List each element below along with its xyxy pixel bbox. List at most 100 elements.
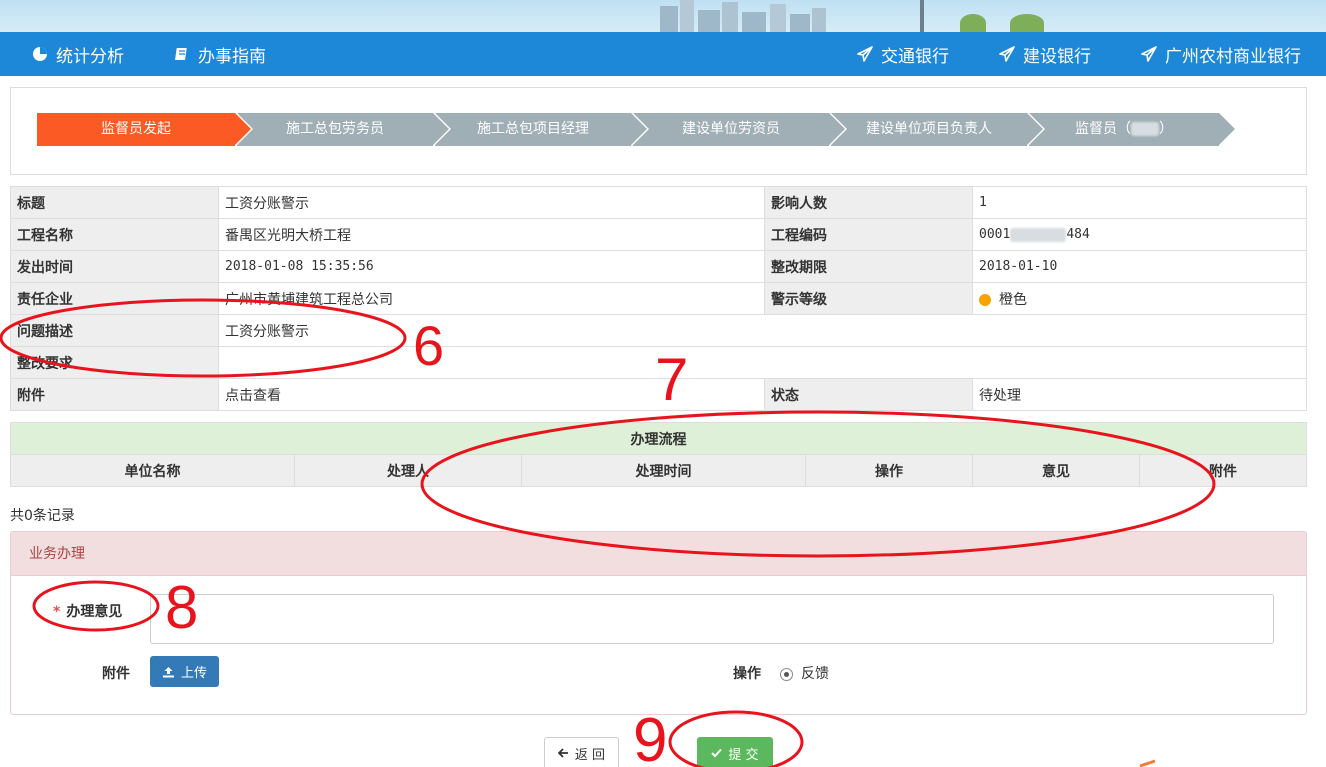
- banner-building: [790, 14, 810, 32]
- step-arrow: [829, 113, 845, 145]
- col-unit-name: 单位名称: [10, 454, 295, 487]
- annotation-number-7: 7: [655, 346, 689, 413]
- col-handler: 处理人: [294, 454, 522, 487]
- table-row: 工程名称 番禺区光明大桥工程 工程编码 0001 484: [10, 218, 1307, 251]
- banner-building: [722, 2, 738, 32]
- submit-button[interactable]: 提 交: [697, 737, 773, 767]
- nav-bank-comm-label: 交通银行: [881, 46, 949, 67]
- nav-bank-grcb[interactable]: 广州农村商业银行: [1141, 32, 1301, 76]
- nav-guide[interactable]: 办事指南: [174, 32, 266, 76]
- deadline-label: 整改期限: [764, 250, 973, 283]
- banner-building: [698, 10, 720, 32]
- required-mark: *: [53, 604, 61, 620]
- process-table: 办理流程 单位名称 处理人 处理时间 操作 意见 附件: [10, 422, 1307, 487]
- project-name-value: 番禺区光明大桥工程: [218, 218, 765, 251]
- status-value: 待处理: [972, 378, 1307, 411]
- problem-value: 工资分账警示: [218, 314, 1307, 347]
- col-handle-time: 处理时间: [521, 454, 806, 487]
- check-icon: [711, 748, 723, 758]
- nav-statistics[interactable]: 统计分析: [32, 32, 124, 76]
- deadline-value: 2018-01-10: [972, 250, 1307, 283]
- nav-bank-ccb[interactable]: 建设银行: [999, 32, 1091, 76]
- attachment-label: 附件: [10, 378, 219, 411]
- attachment-field-label: 附件: [102, 666, 130, 682]
- book-icon: [175, 48, 187, 60]
- banner-building: [770, 4, 786, 32]
- table-row: 责任企业 广州市黄埔建筑工程总公司 警示等级 橙色: [10, 282, 1307, 315]
- nav-bank-comm[interactable]: 交通银行: [857, 32, 949, 76]
- table-row: 单位名称 处理人 处理时间 操作 意见 附件: [10, 454, 1307, 487]
- step-label: 监督员发起: [101, 121, 171, 137]
- back-label: 返 回: [574, 747, 606, 763]
- opinion-textarea[interactable]: [150, 594, 1274, 644]
- title-value: 工资分账警示: [218, 186, 765, 219]
- banner-building: [660, 6, 678, 32]
- redacted-code: [1010, 227, 1067, 242]
- company-value: 广州市黄埔建筑工程总公司: [218, 282, 765, 315]
- table-row: 问题描述 工资分账警示: [10, 314, 1307, 347]
- project-code-value: 0001 484: [972, 218, 1307, 251]
- step-project-manager: 施工总包项目经理: [435, 113, 647, 146]
- nav-statistics-label: 统计分析: [56, 46, 124, 67]
- col-operation: 操作: [805, 454, 973, 487]
- step-arrow: [1219, 113, 1235, 145]
- opinion-label-wrap: * 办理意见: [53, 601, 122, 621]
- upload-button[interactable]: 上传: [150, 656, 219, 687]
- back-button[interactable]: 返 回: [544, 737, 619, 767]
- project-name-label: 工程名称: [10, 218, 219, 251]
- step-arrow: [433, 113, 449, 145]
- banner-building: [742, 12, 766, 32]
- step-arrow: [1027, 113, 1043, 145]
- table-row: 办理流程: [10, 422, 1307, 455]
- title-label: 标题: [10, 186, 219, 219]
- business-panel: 业务办理 * 办理意见 附件 上传 操作 反馈: [10, 531, 1307, 715]
- issued-value: 2018-01-08 15:35:56: [218, 250, 765, 283]
- warning-dot-icon: [979, 293, 991, 306]
- step-arrow: [631, 113, 647, 145]
- nav-bank-ccb-label: 建设银行: [1023, 46, 1091, 67]
- annotation-number-6: 6: [413, 314, 445, 377]
- arrow-left-icon: [557, 748, 568, 758]
- step-arrow: [235, 113, 251, 145]
- nav-bank-grcb-label: 广州农村商业银行: [1165, 46, 1301, 67]
- step-supervisor-end: 监督员（ ）: [1029, 113, 1235, 146]
- affected-label: 影响人数: [764, 186, 973, 219]
- step-labor-clerk: 施工总包劳务员: [237, 113, 449, 146]
- panel-title: 业务办理: [11, 532, 1306, 576]
- table-row: 标题 工资分账警示 影响人数 1: [10, 186, 1307, 219]
- operation-feedback-option[interactable]: 反馈: [780, 663, 829, 683]
- banner-building: [680, 0, 694, 32]
- level-text: 橙色: [999, 291, 1027, 308]
- process-title: 办理流程: [10, 422, 1307, 455]
- send-icon: [857, 46, 873, 62]
- col-attachment: 附件: [1139, 454, 1307, 487]
- step-label-prefix: 监督员（: [1075, 121, 1131, 137]
- company-label: 责任企业: [10, 282, 219, 315]
- record-count: 共0条记录: [10, 508, 75, 524]
- step-label-suffix: ）: [1159, 121, 1173, 137]
- banner-crane: [920, 0, 924, 32]
- step-label: 建设单位劳资员: [682, 121, 780, 137]
- annotation-number-8: 8: [165, 574, 199, 641]
- top-navbar: 统计分析 办事指南 交通银行 建设银行 广州农村商业银行: [0, 32, 1326, 76]
- step-label: 建设单位项目负责人: [866, 121, 992, 137]
- top-banner: [0, 0, 1326, 32]
- step-supervisor-start: 监督员发起: [37, 113, 251, 146]
- submit-label: 提 交: [728, 747, 759, 763]
- nav-guide-label: 办事指南: [198, 46, 266, 67]
- step-label: 施工总包项目经理: [477, 121, 589, 137]
- project-code-prefix: 0001: [979, 227, 1011, 242]
- send-icon: [1141, 46, 1157, 62]
- opinion-label: 办理意见: [66, 604, 123, 620]
- status-label: 状态: [764, 378, 973, 411]
- annotation-stroke: [1139, 759, 1156, 767]
- workflow-steps: 监督员发起 施工总包劳务员 施工总包项目经理 建设单位劳资员 建设单位项目负责人…: [10, 87, 1307, 175]
- problem-label: 问题描述: [10, 314, 219, 347]
- upload-icon: [162, 666, 174, 677]
- operation-label: 操作: [733, 666, 761, 682]
- feedback-radio[interactable]: [780, 667, 793, 681]
- chart-pie-icon: [33, 47, 47, 61]
- table-row: 发出时间 2018-01-08 15:35:56 整改期限 2018-01-10: [10, 250, 1307, 283]
- level-value: 橙色: [972, 282, 1307, 315]
- requirement-label: 整改要求: [10, 346, 219, 379]
